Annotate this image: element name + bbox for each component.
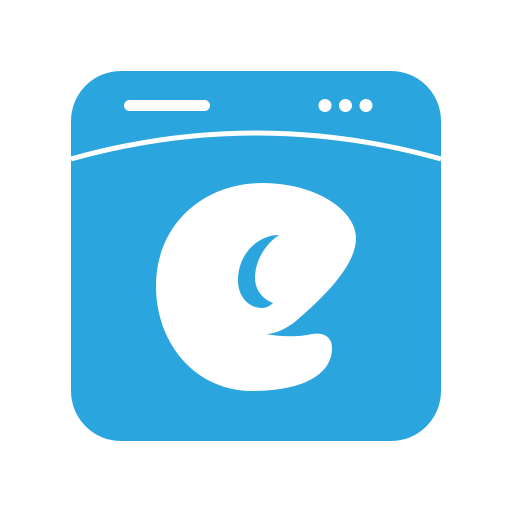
browser-window-logo-icon xyxy=(70,71,442,441)
icon-canvas xyxy=(0,0,512,512)
dot-icon xyxy=(318,99,332,112)
title-bar-line-icon xyxy=(124,100,210,111)
dot-icon xyxy=(359,99,373,112)
dot-icon xyxy=(339,99,352,112)
three-dots-icon xyxy=(318,99,373,112)
